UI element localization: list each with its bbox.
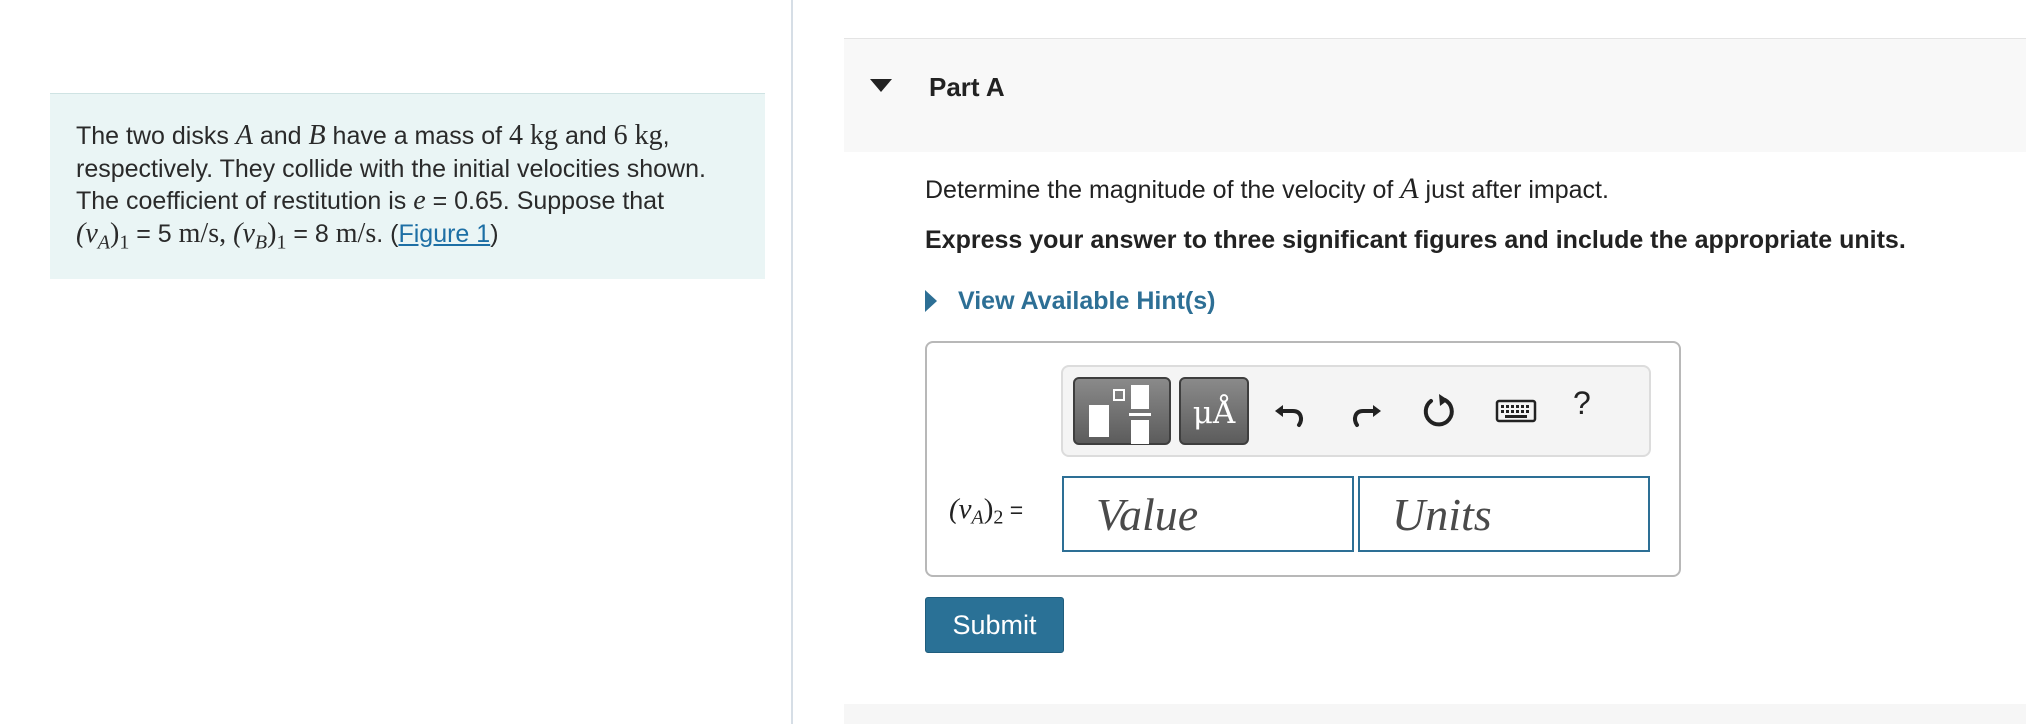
column-divider (791, 0, 793, 724)
fraction-template-button[interactable] (1073, 377, 1171, 445)
problem-statement: The two disks A and B have a mass of 4 k… (50, 93, 765, 279)
disk-a-symbol: A (235, 120, 253, 151)
text: The two disks (76, 122, 236, 150)
text: have a mass of (325, 122, 510, 150)
subscript: A (971, 506, 984, 529)
help-icon[interactable]: ? (1573, 385, 1591, 422)
mass-b: 6 kg (613, 120, 663, 151)
text: . ( (376, 219, 399, 248)
text: ) (983, 493, 994, 525)
hint-label: View Available Hint(s) (958, 286, 1216, 315)
problem-line-2: respectively. They collide with the init… (76, 154, 706, 183)
subscript: A (97, 231, 110, 254)
figure-1-link[interactable]: Figure 1 (398, 220, 490, 248)
answer-label: (vA)2 = (949, 493, 1023, 530)
text: (v (76, 217, 98, 249)
expand-caret-icon (925, 290, 937, 312)
text: (v (949, 493, 972, 525)
vb-initial: (vB)1 (233, 217, 286, 254)
undo-icon[interactable] (1269, 389, 1313, 433)
submit-button[interactable]: Submit (925, 597, 1064, 653)
disk-b-symbol: B (308, 120, 326, 151)
text: = 8 (286, 219, 336, 248)
text: = 5 (129, 219, 179, 248)
text: just after impact. (1418, 176, 1609, 204)
text: , (219, 217, 234, 249)
e-symbol: e (413, 185, 426, 216)
units-icon: μÅ (1192, 395, 1236, 431)
problem-line-4: (vA)1 = 5 m/s, (vB)1 = 8 m/s. (Figure 1) (76, 218, 739, 259)
mass-a: 4 kg (509, 120, 559, 151)
redo-icon[interactable] (1343, 389, 1387, 433)
subscript: 1 (119, 231, 130, 254)
value-input[interactable] (1062, 476, 1354, 552)
problem-line-3: The coefficient of restitution is e = 0.… (76, 185, 739, 218)
collapse-caret-icon[interactable] (870, 79, 892, 92)
text: ) (490, 219, 499, 248)
view-hints-toggle[interactable]: View Available Hint(s) (925, 284, 1215, 318)
text: (v (233, 217, 255, 249)
subscript: 1 (276, 231, 287, 254)
part-title: Part A (929, 72, 1005, 102)
text: = (1003, 497, 1024, 523)
text: Determine the magnitude of the velocity … (925, 176, 1401, 204)
text: and (558, 122, 614, 150)
part-a-header[interactable]: Part A (844, 38, 2026, 152)
text: and (252, 122, 309, 150)
text: , (662, 122, 670, 150)
next-section-strip (844, 704, 2026, 724)
answer-panel: μÅ ? (vA)2 = (925, 341, 1681, 577)
question-text: Determine the magnitude of the velocity … (925, 172, 1609, 206)
vb-unit: m/s (335, 217, 377, 249)
text: ) (109, 217, 120, 249)
va-unit: m/s (178, 217, 220, 249)
units-button[interactable]: μÅ (1179, 377, 1249, 445)
text: The coefficient of restitution is (76, 187, 414, 215)
units-input[interactable] (1358, 476, 1650, 552)
math-toolbar: μÅ ? (1061, 365, 1651, 457)
subscript: B (254, 231, 268, 254)
answer-instruction: Express your answer to three significant… (925, 226, 1906, 254)
e-value: = 0.65. Suppose that (425, 187, 665, 215)
subscript: 2 (993, 506, 1004, 529)
question-variable: A (1400, 172, 1419, 205)
va-initial: (vA)1 (76, 217, 129, 254)
problem-line-1: The two disks A and B have a mass of 4 k… (76, 120, 739, 153)
keyboard-icon[interactable] (1493, 389, 1539, 433)
reset-icon[interactable] (1417, 389, 1461, 433)
